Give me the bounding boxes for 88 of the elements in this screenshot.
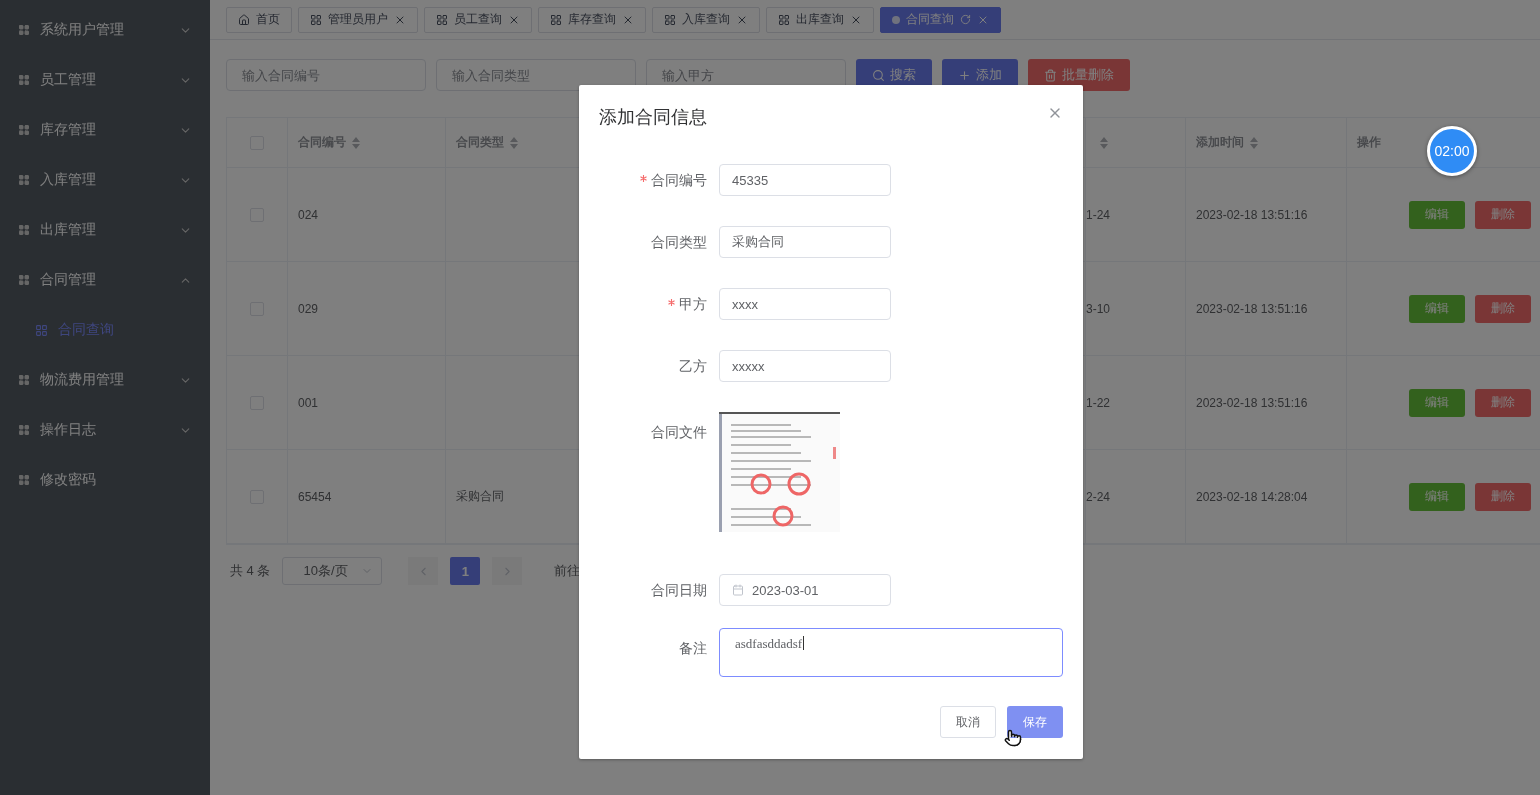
sidebar-item[interactable]: 物流费用管理 <box>0 355 210 405</box>
sidebar-item[interactable]: 员工管理 <box>0 55 210 105</box>
sidebar-item[interactable]: 系统用户管理 <box>0 5 210 55</box>
home-icon <box>238 13 250 26</box>
table-cell: 1-24 <box>1086 207 1111 222</box>
edit-button[interactable]: 编辑 <box>1409 388 1465 417</box>
page-button[interactable]: 1 <box>450 557 481 585</box>
grid-icon <box>18 224 30 236</box>
field-label: 甲方 <box>679 295 707 313</box>
delete-button[interactable]: 删除 <box>1475 482 1531 511</box>
dot-icon <box>892 15 900 24</box>
table-cell: 2023-02-18 13:51:16 <box>1196 395 1308 410</box>
text-cursor <box>803 636 805 650</box>
grid-icon <box>18 474 30 486</box>
grid-icon <box>35 323 48 337</box>
delete-button[interactable]: 删除 <box>1475 200 1531 229</box>
tab[interactable]: 入库查询 <box>652 6 760 33</box>
table-cell: 2-24 <box>1086 489 1111 504</box>
field-label: 合同文件 <box>651 423 707 441</box>
sidebar-item[interactable]: 入库管理 <box>0 155 210 205</box>
sidebar-item[interactable]: 操作日志 <box>0 405 210 455</box>
tab[interactable]: 管理员用户 <box>298 6 418 33</box>
tab[interactable]: 员工查询 <box>424 6 532 33</box>
field-label: 合同类型 <box>651 233 707 251</box>
table-cell: 024 <box>298 207 319 222</box>
grid-icon <box>550 13 562 26</box>
grid-icon <box>18 74 30 86</box>
tab[interactable]: 出库查询 <box>766 6 874 33</box>
textarea-field[interactable]: asdfasddadsf <box>719 628 1063 677</box>
previous-page-button[interactable] <box>408 557 439 585</box>
sidebar-item[interactable]: 出库管理 <box>0 205 210 255</box>
table-cell: 采购合同 <box>456 488 504 505</box>
hand-cursor-icon <box>1004 729 1022 747</box>
grid-icon <box>18 274 30 286</box>
grid-icon <box>18 424 30 436</box>
refresh-icon[interactable] <box>960 14 971 25</box>
grid-icon <box>18 24 30 36</box>
table-cell: 65454 <box>298 489 332 504</box>
grid-icon <box>18 124 30 136</box>
plus-icon <box>958 68 971 82</box>
cancel-button[interactable]: 取消 <box>940 706 996 738</box>
trash-icon <box>1044 68 1057 82</box>
table-cell: 2023-02-18 13:51:16 <box>1196 301 1308 316</box>
input-field[interactable]: 采购合同 <box>719 226 891 258</box>
field-label: 乙方 <box>679 357 707 375</box>
delete-button[interactable]: 批量删除 <box>1028 59 1130 91</box>
dialog-title: 添加合同信息 <box>599 106 707 129</box>
field-label: 合同日期 <box>651 581 707 599</box>
edit-button[interactable]: 编辑 <box>1409 294 1465 323</box>
edit-button[interactable]: 编辑 <box>1409 482 1465 511</box>
input-field[interactable]: xxxx <box>719 288 891 320</box>
calendar-icon <box>732 584 744 596</box>
input-field[interactable]: 45335 <box>719 164 891 196</box>
table-cell: 2023-02-18 13:51:16 <box>1196 207 1308 222</box>
table-cell: 2023-02-18 14:28:04 <box>1196 489 1308 504</box>
sort-icon[interactable] <box>510 136 518 149</box>
date-field[interactable]: 2023-03-01 <box>719 574 891 606</box>
table-cell: 3-10 <box>1086 301 1111 316</box>
goto-label: 前往 <box>554 562 581 580</box>
grid-icon <box>310 13 322 26</box>
page-size-select[interactable]: 10条/页 <box>282 557 383 585</box>
grid-icon <box>778 13 790 26</box>
table-cell: 1-22 <box>1086 395 1111 410</box>
table-cell: 029 <box>298 301 319 316</box>
delete-button[interactable]: 删除 <box>1475 294 1531 323</box>
field-label: 备注 <box>679 639 707 657</box>
grid-icon <box>18 174 30 186</box>
sidebar-item[interactable]: 合同管理 <box>0 255 210 305</box>
field-label: 合同编号 <box>651 171 707 189</box>
input-field[interactable]: xxxxx <box>719 350 891 382</box>
tab[interactable]: 库存查询 <box>538 6 646 33</box>
grid-icon <box>18 374 30 386</box>
delete-button[interactable]: 删除 <box>1475 388 1531 417</box>
tab[interactable]: 合同查询 <box>880 6 1001 33</box>
sidebar-item[interactable]: 修改密码 <box>0 455 210 505</box>
grid-icon <box>436 13 448 26</box>
next-page-button[interactable] <box>492 557 523 585</box>
table-cell: 001 <box>298 395 319 410</box>
total-count: 共 4 条 <box>230 562 271 580</box>
tab[interactable]: 首页 <box>226 6 292 33</box>
edit-button[interactable]: 编辑 <box>1409 200 1465 229</box>
sort-icon[interactable] <box>1100 136 1108 149</box>
grid-icon <box>664 13 676 26</box>
save-button[interactable]: 保存 <box>1007 706 1063 738</box>
sort-icon[interactable] <box>352 136 360 149</box>
sort-icon[interactable] <box>1250 136 1258 149</box>
search-icon <box>872 68 885 82</box>
sidebar-item[interactable]: 库存管理 <box>0 105 210 155</box>
